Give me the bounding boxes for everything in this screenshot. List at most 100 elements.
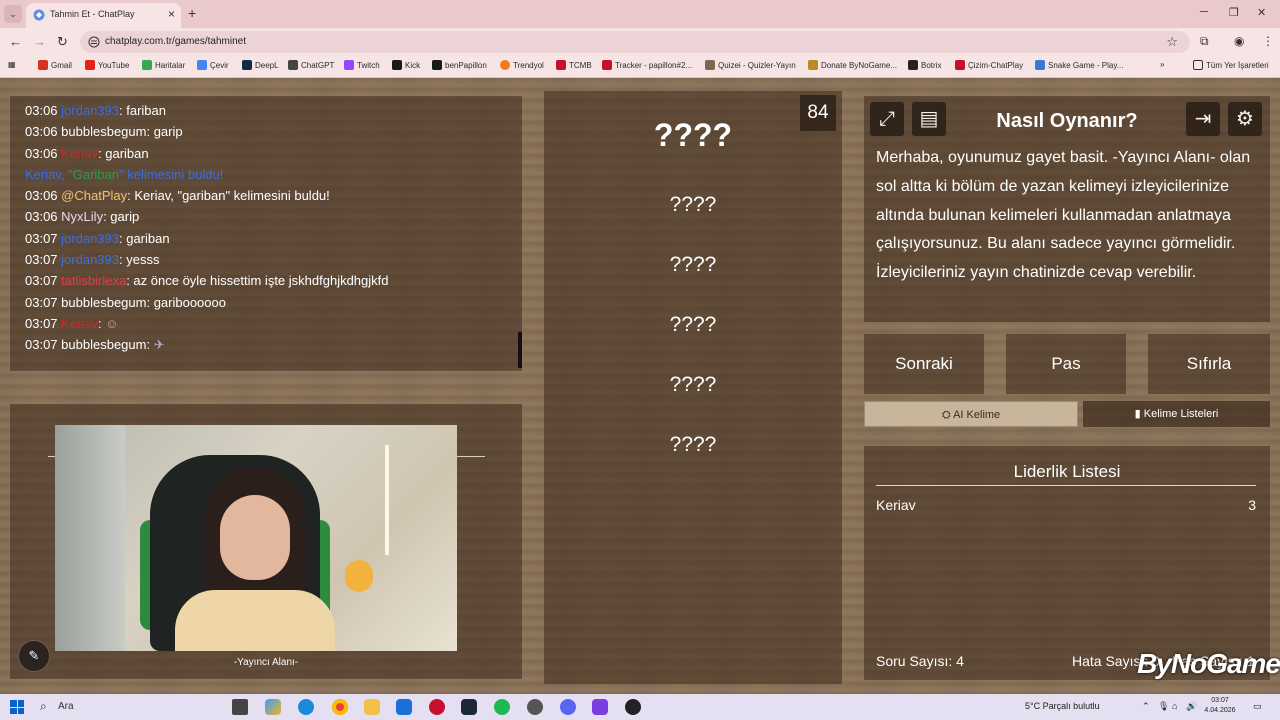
chat-message: 03:07 bubblesbegum: gariboooooo bbox=[25, 292, 507, 313]
back-icon[interactable]: ← bbox=[9, 34, 22, 49]
translate-icon bbox=[197, 60, 207, 70]
all-bookmarks[interactable]: Tüm Yer İşaretleri bbox=[1193, 60, 1269, 70]
browser-tab-active[interactable]: Tahmin Et - ChatPlay × bbox=[26, 3, 181, 28]
spotify-icon[interactable] bbox=[494, 699, 510, 715]
chat-username[interactable]: tatlisbirlexa bbox=[61, 273, 126, 288]
emote-icon: ☺ bbox=[105, 315, 119, 331]
reset-button[interactable]: Sıfırla bbox=[1148, 334, 1270, 394]
ai-word-button[interactable]: ⛭ AI Kelime bbox=[864, 401, 1078, 427]
forward-icon[interactable]: → bbox=[33, 34, 46, 49]
bookmark-chatgpt[interactable]: ChatGPT bbox=[288, 60, 334, 70]
taskbar-search[interactable]: ⌕ Ara bbox=[32, 697, 227, 717]
chrome-icon[interactable] bbox=[332, 699, 348, 715]
webcam-window-bg bbox=[55, 425, 125, 651]
bookmarks-overflow-icon[interactable]: » bbox=[1160, 60, 1164, 69]
app-icon[interactable] bbox=[625, 699, 641, 715]
bookmark-gmail[interactable]: Gmail bbox=[38, 60, 72, 70]
word-lists-button[interactable]: ▮ Kelime Listeleri bbox=[1083, 401, 1270, 427]
chat-username[interactable]: bubblesbegum bbox=[61, 337, 146, 352]
restore-icon[interactable]: ❐ bbox=[1229, 6, 1239, 19]
chat-scrollbar[interactable] bbox=[518, 332, 522, 368]
site-info-icon[interactable] bbox=[88, 36, 100, 48]
pen-icon[interactable]: ✎ bbox=[18, 640, 50, 672]
bookmark-tracker[interactable]: Tracker - papillon#2... bbox=[602, 60, 692, 70]
chat-text: : garip bbox=[146, 124, 183, 140]
tab-search-button[interactable]: ⌄ bbox=[4, 5, 22, 23]
twitch-icon bbox=[344, 60, 354, 70]
chatgpt-icon bbox=[288, 60, 298, 70]
taskbar-clock[interactable]: 03:07 4.04.2026 bbox=[1200, 696, 1240, 716]
window-close-icon[interactable]: ✕ bbox=[1257, 6, 1266, 19]
tab-close-icon[interactable]: × bbox=[168, 7, 175, 21]
edge-icon[interactable] bbox=[298, 699, 314, 715]
weather-widget[interactable]: 5°C Parçalı bulutlu bbox=[1025, 701, 1100, 711]
tray-overflow-icon[interactable]: ⌃ bbox=[1142, 701, 1150, 712]
chat-message: 03:07 tatlisbirlexa: az önce öyle hisset… bbox=[25, 270, 507, 291]
chat-text: : gariban bbox=[98, 145, 149, 161]
bookmark-deepl[interactable]: DeepL bbox=[242, 60, 279, 70]
discord-icon[interactable] bbox=[560, 699, 576, 715]
bookmark-quizei[interactable]: Quizei - Quizler-Yayın bbox=[705, 60, 796, 70]
address-bar[interactable]: chatplay.com.tr/games/tahminet ☆ bbox=[80, 31, 1190, 53]
reload-icon[interactable]: ↻ bbox=[57, 34, 68, 50]
chat-username[interactable]: Keriav bbox=[61, 146, 98, 161]
next-button[interactable]: Sonraki bbox=[864, 334, 984, 394]
windows-start-icon[interactable] bbox=[10, 700, 24, 714]
bookmark-cevir[interactable]: Çevir bbox=[197, 60, 229, 70]
kick-icon bbox=[432, 60, 442, 70]
new-tab-icon[interactable]: + bbox=[188, 5, 196, 21]
notification-icon[interactable]: ▭ bbox=[1253, 701, 1262, 712]
bookmark-trendyol[interactable]: Trendyol bbox=[500, 60, 544, 70]
bookmark-snake[interactable]: Snake Game - Play... bbox=[1035, 60, 1123, 70]
apps-grid-icon[interactable]: ▦ bbox=[8, 60, 16, 69]
bookmark-haritalar[interactable]: Haritalar bbox=[142, 60, 185, 70]
folder-icon bbox=[1193, 60, 1203, 70]
pass-button[interactable]: Pas bbox=[1006, 334, 1126, 394]
leaderboard-row: Keriav 3 bbox=[876, 497, 1256, 513]
mail-icon[interactable] bbox=[396, 699, 412, 715]
opera-icon[interactable] bbox=[429, 699, 445, 715]
obs-icon[interactable] bbox=[527, 699, 543, 715]
bookmark-donate[interactable]: Donate ByNoGame... bbox=[808, 60, 897, 70]
copilot-icon[interactable] bbox=[265, 699, 281, 715]
chat-username[interactable]: bubblesbegum bbox=[61, 295, 146, 310]
bookmark-cizim[interactable]: Çizim-ChatPlay bbox=[955, 60, 1023, 70]
chat-timestamp: 03:07 bbox=[25, 337, 58, 353]
chat-username[interactable]: jordan393 bbox=[61, 103, 119, 118]
bookmark-tcmb[interactable]: TCMB bbox=[556, 60, 592, 70]
bookmark-youtube[interactable]: YouTube bbox=[85, 60, 129, 70]
chat-message: 03:07 jordan393: gariban bbox=[25, 228, 507, 249]
volume-icon[interactable]: 🔊 bbox=[1186, 701, 1197, 712]
extensions-icon[interactable]: ⧉ bbox=[1200, 34, 1209, 49]
minimize-icon[interactable]: ─ bbox=[1200, 6, 1208, 18]
network-icon[interactable]: ⌂ bbox=[1172, 701, 1177, 711]
trendyol-icon bbox=[500, 60, 510, 70]
chat-username[interactable]: jordan393 bbox=[61, 252, 119, 267]
bookmark-benpapillon[interactable]: benPapillon bbox=[432, 60, 487, 70]
bookmark-twitch[interactable]: Twitch bbox=[344, 60, 380, 70]
task-view-icon[interactable] bbox=[232, 699, 248, 715]
chat-username[interactable]: Keriav, bbox=[25, 167, 68, 182]
browser-menu-icon[interactable]: ⋮ bbox=[1262, 34, 1274, 48]
steam-icon[interactable] bbox=[461, 699, 477, 715]
app-icon[interactable] bbox=[592, 699, 608, 715]
bookmark-star-icon[interactable]: ☆ bbox=[1166, 34, 1178, 50]
chat-panel: 03:06 jordan393: fariban 03:06 bubblesbeg… bbox=[10, 96, 522, 371]
settings-gear-icon[interactable]: ⚙ bbox=[1228, 102, 1262, 136]
bookmark-kick[interactable]: Kick bbox=[392, 60, 420, 70]
chat-username[interactable]: bubblesbegum bbox=[61, 124, 146, 139]
chat-message: 03:06 NyxLily: garip bbox=[25, 206, 507, 227]
tracker-icon bbox=[602, 60, 612, 70]
microphone-icon[interactable]: 🎙 bbox=[1158, 701, 1169, 712]
chat-username[interactable]: @ChatPlay bbox=[61, 188, 127, 203]
chat-username[interactable]: NyxLily bbox=[61, 209, 103, 224]
browser-tab-strip: ⌄ Tahmin Et - ChatPlay × + ─ ❐ ✕ bbox=[0, 0, 1280, 28]
chat-username[interactable]: jordan393 bbox=[61, 231, 119, 246]
file-explorer-icon[interactable] bbox=[364, 699, 380, 715]
profile-icon[interactable]: ◉ bbox=[1234, 34, 1244, 48]
chat-username[interactable]: Keriav bbox=[61, 316, 98, 331]
deepl-icon bbox=[242, 60, 252, 70]
url-text: chatplay.com.tr/games/tahminet bbox=[105, 36, 246, 47]
exit-icon[interactable]: ⇥ bbox=[1186, 102, 1220, 136]
bookmark-botrix[interactable]: Botrix bbox=[908, 60, 941, 70]
